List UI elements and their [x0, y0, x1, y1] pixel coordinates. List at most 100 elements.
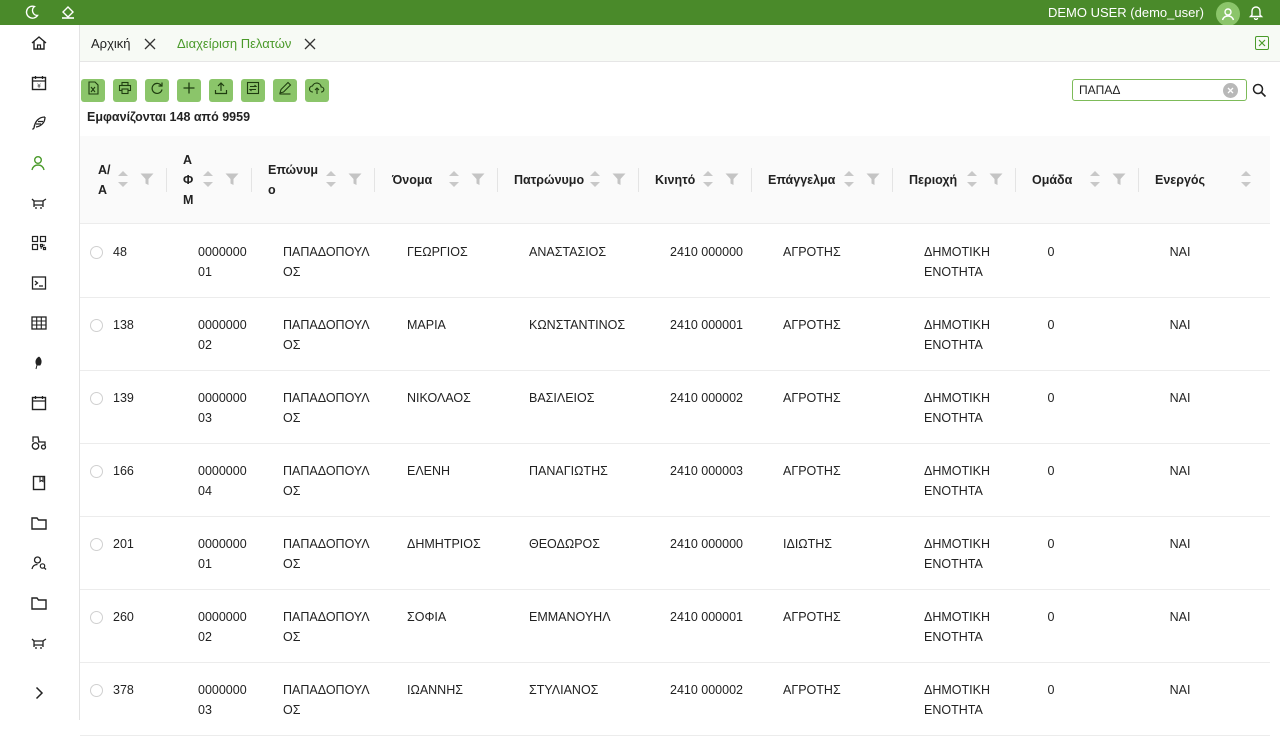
- sort-icon[interactable]: [325, 168, 337, 190]
- close-icon[interactable]: [303, 37, 317, 51]
- filter-icon[interactable]: [348, 172, 362, 186]
- column-separator[interactable]: [638, 168, 639, 192]
- column-separator[interactable]: [1138, 168, 1139, 192]
- search-icon[interactable]: [1249, 80, 1269, 100]
- filter-icon[interactable]: [866, 172, 880, 186]
- sort-icon[interactable]: [202, 168, 214, 190]
- paint-bucket-icon[interactable]: [58, 2, 78, 22]
- row-select-radio[interactable]: [90, 465, 103, 478]
- tractor-icon[interactable]: [29, 433, 49, 453]
- qr-code-icon[interactable]: [29, 233, 49, 253]
- column-separator[interactable]: [1015, 168, 1016, 192]
- search-input[interactable]: [1079, 82, 1219, 98]
- folder-icon[interactable]: [29, 593, 49, 613]
- row-select-radio[interactable]: [90, 392, 103, 405]
- user-search-icon[interactable]: [29, 553, 49, 573]
- column-header-onoma[interactable]: Όνομα: [392, 136, 432, 224]
- column-separator[interactable]: [251, 168, 252, 192]
- close-icon[interactable]: [143, 37, 157, 51]
- row-select-radio[interactable]: [90, 319, 103, 332]
- column-header-label: Α/ Α: [98, 163, 111, 197]
- book-icon[interactable]: [29, 473, 49, 493]
- column-separator[interactable]: [751, 168, 752, 192]
- row-select-radio[interactable]: [90, 611, 103, 624]
- table-row[interactable]: 138 0000000 02 ΠΑΠΑΔΟΠΟΥΛ ΟΣ ΜΑΡΙΑ ΚΩΝΣΤΑΝΤΙ…: [80, 298, 1270, 371]
- cow-icon[interactable]: [29, 633, 49, 653]
- column-header-aa[interactable]: Α/ Α: [98, 136, 111, 224]
- column-header-label: Α Φ Μ: [183, 153, 194, 207]
- sort-icon[interactable]: [966, 168, 978, 190]
- column-header-eponymo[interactable]: Επώνυμ ο: [268, 136, 318, 224]
- bell-icon[interactable]: [1246, 2, 1266, 22]
- tab-customer-management[interactable]: Διαχείριση Πελατών: [177, 25, 317, 62]
- filter-icon[interactable]: [989, 172, 1003, 186]
- refresh-button[interactable]: [145, 79, 169, 102]
- upload-button[interactable]: [209, 79, 233, 102]
- column-header-label: Επώνυμ ο: [268, 163, 318, 197]
- cloud-upload-button[interactable]: [305, 79, 329, 102]
- column-separator[interactable]: [892, 168, 893, 192]
- home-icon[interactable]: [29, 33, 49, 53]
- table-row[interactable]: 166 0000000 04 ΠΑΠΑΔΟΠΟΥΛ ΟΣ ΕΛΕΝΗ ΠΑΝΑΓΙΩΤΗ…: [80, 444, 1270, 517]
- cow-icon[interactable]: [29, 193, 49, 213]
- column-separator[interactable]: [166, 168, 167, 192]
- user-icon[interactable]: [29, 153, 49, 173]
- filter-icon[interactable]: [612, 172, 626, 186]
- print-button[interactable]: [113, 79, 137, 102]
- table-row[interactable]: 201 0000000 01 ΠΑΠΑΔΟΠΟΥΛ ΟΣ ΔΗΜΗΤΡΙΟΣ ΘΕΟΔΩ…: [80, 517, 1270, 590]
- filter-icon[interactable]: [225, 172, 239, 186]
- cell-kinito: 2410 000002: [670, 391, 743, 405]
- sort-icon[interactable]: [117, 168, 129, 190]
- cell-patronymo: ΕΜΜΑΝΟΥΗΛ: [529, 610, 611, 624]
- calendar-icon[interactable]: [29, 393, 49, 413]
- row-select-radio[interactable]: [90, 538, 103, 551]
- clear-search-icon[interactable]: [1223, 83, 1238, 98]
- cell-onoma: ΕΛΕΝΗ: [407, 464, 451, 478]
- sort-icon[interactable]: [702, 168, 714, 190]
- column-header-kinito[interactable]: Κινητό: [655, 136, 695, 224]
- feather-icon[interactable]: [29, 113, 49, 133]
- filter-icon[interactable]: [1112, 172, 1126, 186]
- tab-home[interactable]: Αρχική: [91, 25, 157, 62]
- row-select-radio[interactable]: [90, 684, 103, 697]
- sort-icon[interactable]: [843, 168, 855, 190]
- sort-icon[interactable]: [1240, 168, 1252, 190]
- table-row[interactable]: 260 0000000 02 ΠΑΠΑΔΟΠΟΥΛ ΟΣ ΣΟΦΙΑ ΕΜΜΑΝΟΥΗΛ…: [80, 590, 1270, 663]
- sort-icon[interactable]: [589, 168, 601, 190]
- column-header-perioxi[interactable]: Περιοχή: [909, 136, 957, 224]
- user-avatar-icon[interactable]: [1216, 2, 1240, 26]
- column-header-epaggelma[interactable]: Επάγγελμα: [768, 136, 835, 224]
- leaf-icon[interactable]: [29, 353, 49, 373]
- column-header-energos[interactable]: Ενεργός: [1155, 136, 1205, 224]
- user-name[interactable]: DEMO USER (demo_user): [1048, 5, 1204, 20]
- table-row[interactable]: 48 0000000 01 ΠΑΠΑΔΟΠΟΥΛ ΟΣ ΓΕΩΡΓΙΟΣ ΑΝΑΣΤΑΣ…: [80, 225, 1270, 298]
- folder-icon[interactable]: [29, 513, 49, 533]
- export-excel-button[interactable]: [81, 79, 105, 102]
- filter-icon[interactable]: [471, 172, 485, 186]
- table-row[interactable]: 139 0000000 03 ΠΑΠΑΔΟΠΟΥΛ ΟΣ ΝΙΚΟΛΑΟΣ ΒΑΣΙΛΕ…: [80, 371, 1270, 444]
- close-all-tabs-icon[interactable]: [1255, 36, 1269, 50]
- plus-icon: [182, 81, 196, 100]
- transfer-button[interactable]: [241, 79, 265, 102]
- grid-icon[interactable]: [29, 313, 49, 333]
- sort-icon[interactable]: [1089, 168, 1101, 190]
- cell-afm: 0000000 01: [198, 245, 247, 279]
- column-header-label: Πατρώνυμο: [514, 173, 585, 187]
- row-select-radio[interactable]: [90, 246, 103, 259]
- table-row[interactable]: 378 0000000 03 ΠΑΠΑΔΟΠΟΥΛ ΟΣ ΙΩΑΝΝΗΣ ΣΤΥΛΙΑΝ…: [80, 663, 1270, 736]
- column-header-omada[interactable]: Ομάδα: [1032, 136, 1072, 224]
- column-separator[interactable]: [497, 168, 498, 192]
- filter-icon[interactable]: [725, 172, 739, 186]
- moon-icon[interactable]: [22, 2, 42, 22]
- calendar-money-icon[interactable]: ¥: [29, 73, 49, 93]
- filter-icon[interactable]: [140, 172, 154, 186]
- column-header-afm[interactable]: Α Φ Μ: [183, 136, 193, 224]
- column-header-patronymo[interactable]: Πατρώνυμο: [514, 136, 584, 224]
- sort-icon[interactable]: [448, 168, 460, 190]
- add-button[interactable]: [177, 79, 201, 102]
- cell-afm: 0000000 03: [198, 683, 247, 717]
- terminal-icon[interactable]: [29, 273, 49, 293]
- column-separator[interactable]: [374, 168, 375, 192]
- edit-button[interactable]: [273, 79, 297, 102]
- chevron-right-icon[interactable]: [29, 683, 49, 703]
